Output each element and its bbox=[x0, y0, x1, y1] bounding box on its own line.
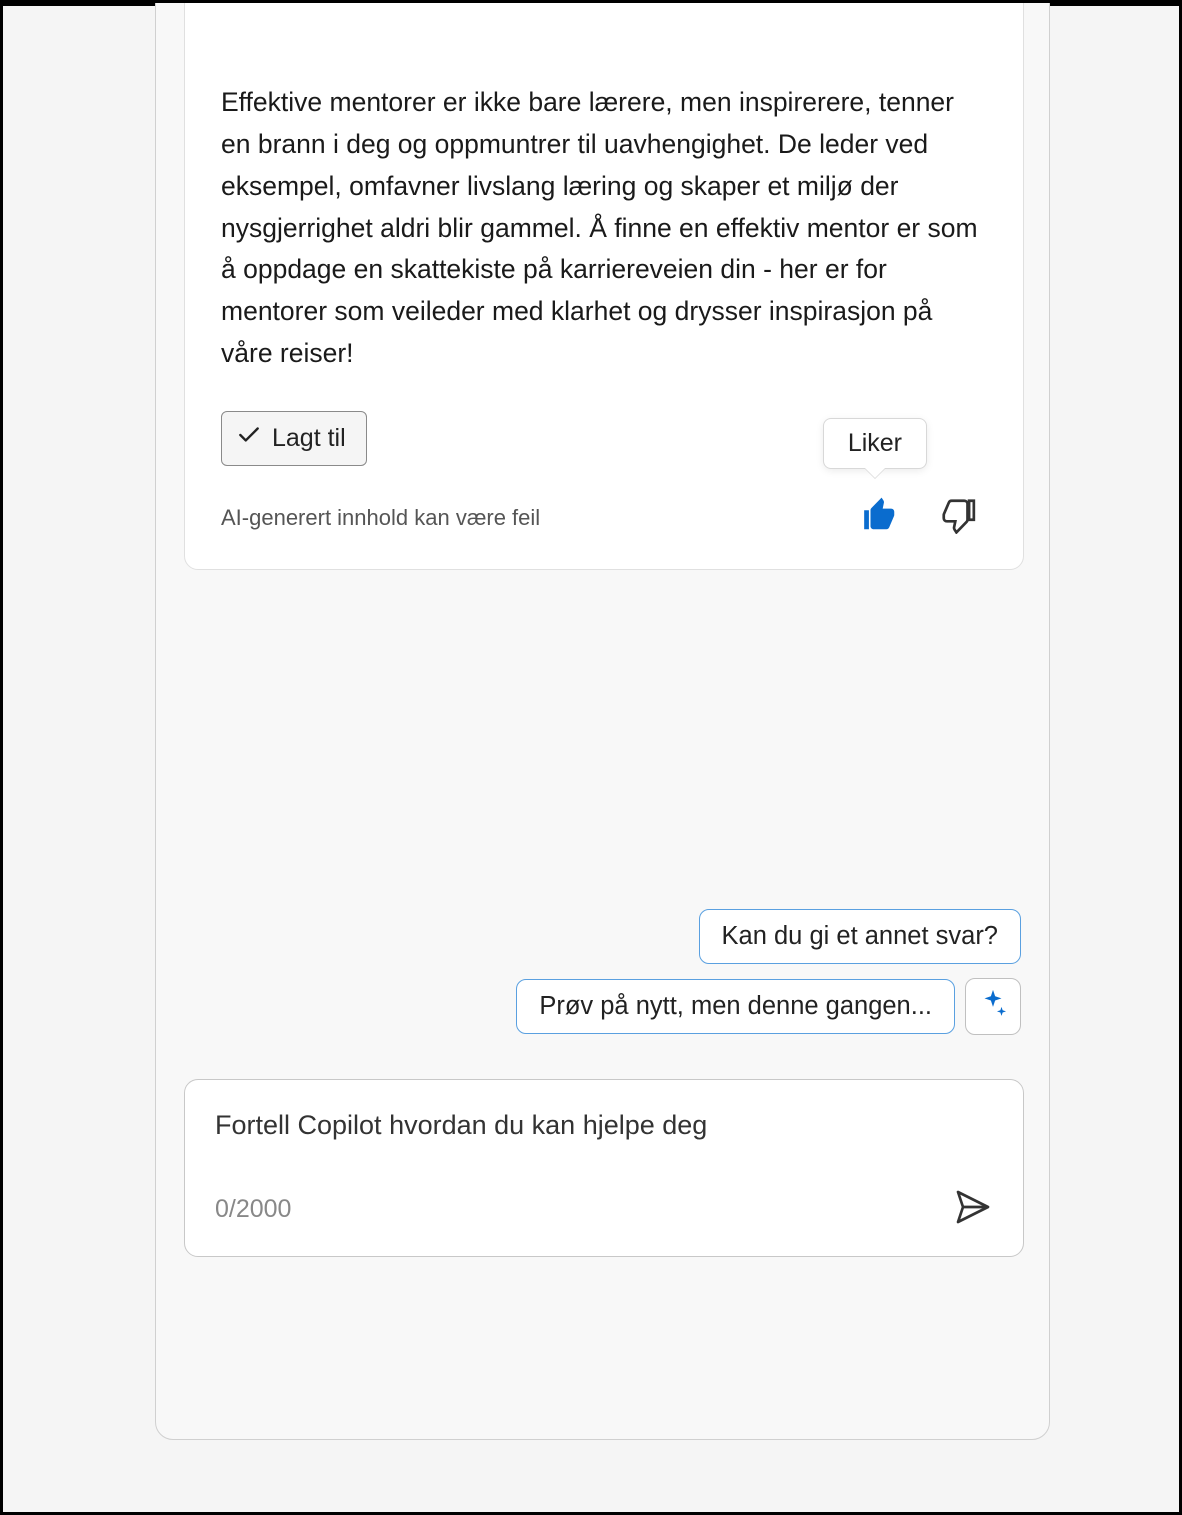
chat-input-box[interactable]: Fortell Copilot hvordan du kan hjelpe de… bbox=[184, 1079, 1024, 1257]
chat-input-footer: 0/2000 bbox=[215, 1187, 993, 1232]
suggestion-label: Kan du gi et annet svar? bbox=[722, 922, 998, 950]
added-badge[interactable]: Lagt til bbox=[221, 411, 367, 466]
like-tooltip-label: Liker bbox=[848, 429, 902, 457]
suggestion-pill[interactable]: Prøv på nytt, men denne gangen... bbox=[516, 979, 955, 1034]
suggestion-list: Kan du gi et annet svar? Prøv på nytt, m… bbox=[516, 909, 1021, 1035]
sparkle-icon bbox=[976, 987, 1010, 1026]
added-badge-label: Lagt til bbox=[272, 424, 346, 453]
suggestion-row: Kan du gi et annet svar? bbox=[699, 909, 1021, 964]
send-button[interactable] bbox=[953, 1187, 993, 1232]
suggestion-pill[interactable]: Kan du gi et annet svar? bbox=[699, 909, 1021, 964]
sparkle-button[interactable] bbox=[965, 978, 1021, 1035]
thumbs-down-icon[interactable] bbox=[939, 496, 977, 539]
char-count: 0/2000 bbox=[215, 1195, 291, 1224]
send-icon bbox=[953, 1214, 993, 1231]
check-icon bbox=[236, 422, 262, 455]
disclaimer-text: AI-generert innhold kan være feil bbox=[221, 505, 540, 531]
suggestion-row: Prøv på nytt, men denne gangen... bbox=[516, 978, 1021, 1035]
like-tooltip: Liker bbox=[823, 418, 927, 469]
chat-input-placeholder: Fortell Copilot hvordan du kan hjelpe de… bbox=[215, 1110, 993, 1141]
feedback-icons bbox=[861, 496, 977, 539]
message-footer: Liker AI-generert innhold kan være feil bbox=[221, 496, 987, 539]
suggestion-label: Prøv på nytt, men denne gangen... bbox=[539, 992, 932, 1020]
assistant-message-card: Effektive mentorer er ikke bare lærere, … bbox=[184, 0, 1024, 570]
thumbs-up-icon[interactable] bbox=[861, 496, 899, 539]
assistant-message-text: Effektive mentorer er ikke bare lærere, … bbox=[221, 82, 987, 375]
copilot-panel: Effektive mentorer er ikke bare lærere, … bbox=[155, 0, 1050, 1440]
